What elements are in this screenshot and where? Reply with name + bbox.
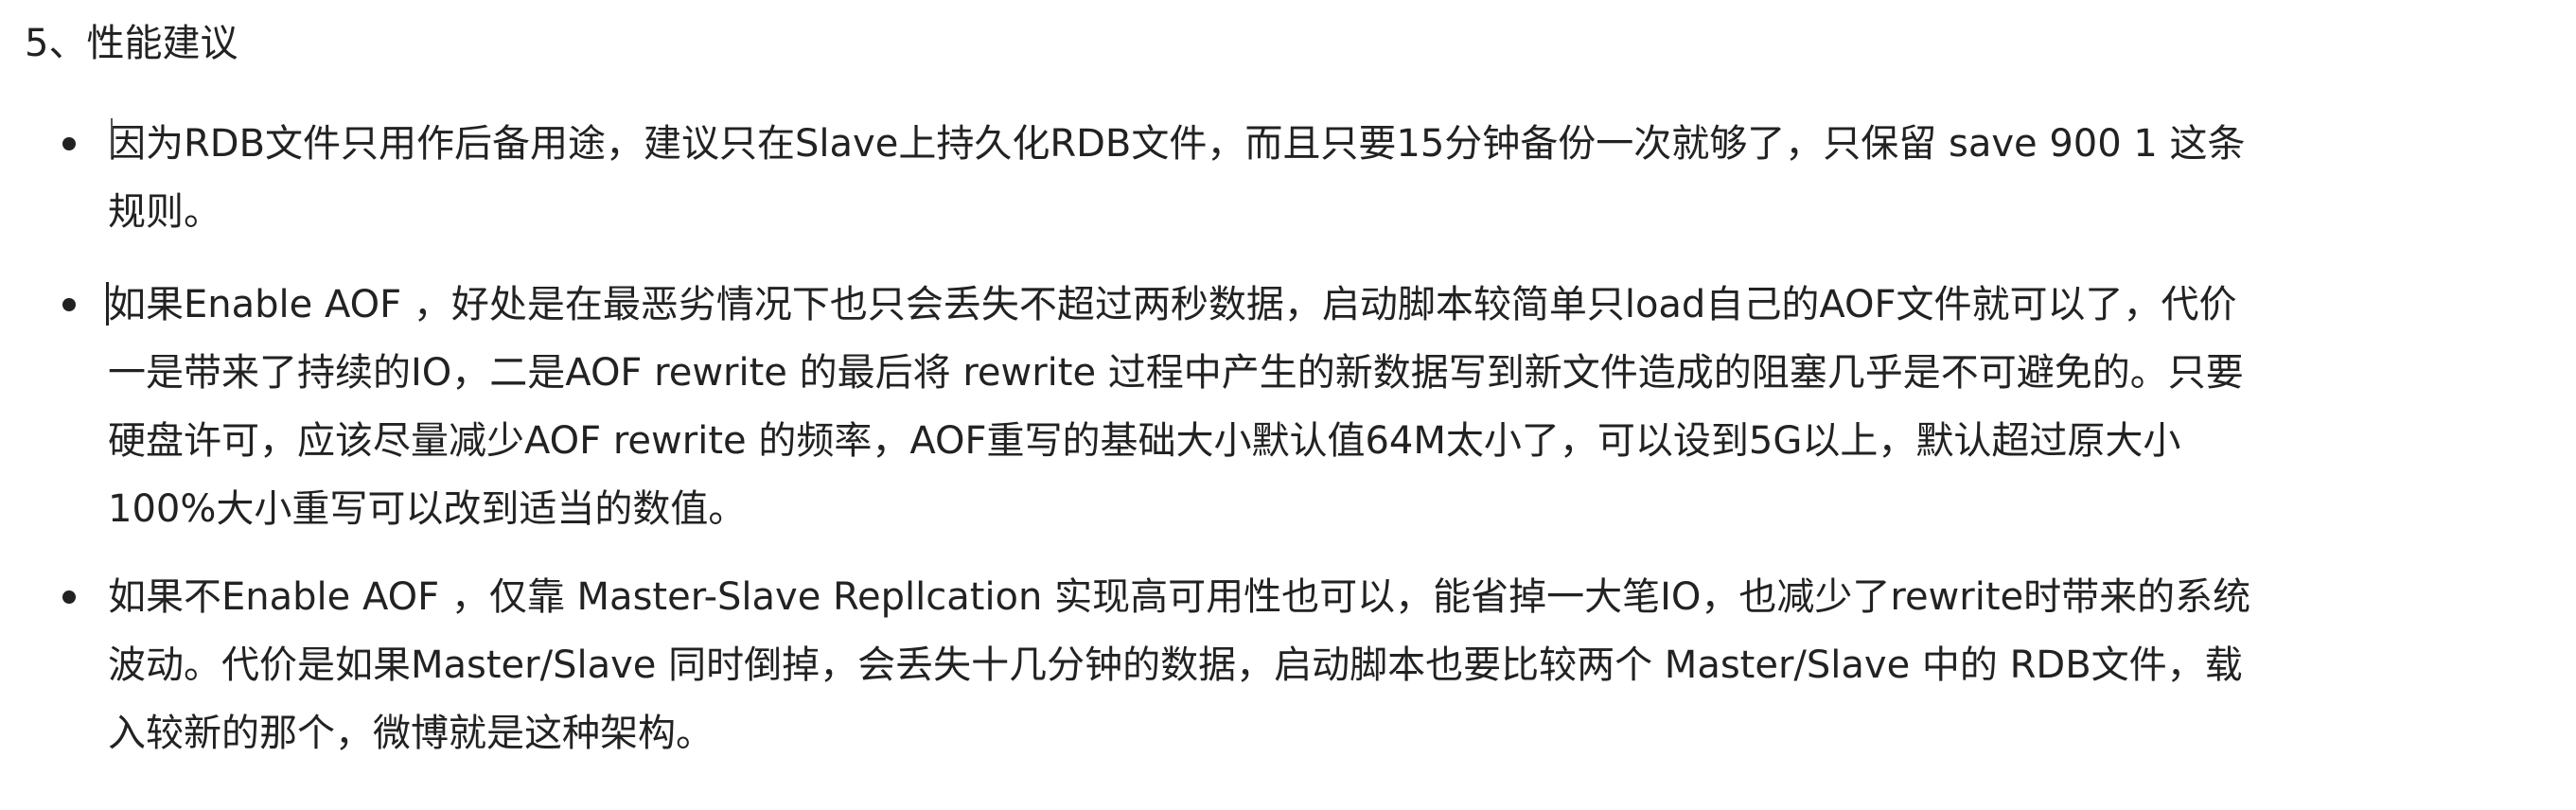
document-page: 5、性能建议 因为RDB文件只用作后备用途，建议只在Slave上持久化RDB文件… [0,0,2576,810]
paragraph-line: 规则。 [108,190,221,234]
paragraph-line: 如果不Enable AOF ，仅靠 Master-Slave Repllcati… [108,575,2251,619]
paragraph-line: 100%大小重写可以改到适当的数值。 [108,487,747,531]
paragraph-line: 如果Enable AOF ，好处是在最恶劣情况下也只会丢失不超过两秒数据，启动脚… [108,283,2237,326]
paragraph-line: 硬盘许可，应该尽量减少AOF rewrite 的频率，AOF重写的基础大小默认值… [108,419,2181,463]
text-cursor-icon [111,118,113,156]
paragraph-line: 波动。代价是如果Master/Slave 同时倒掉，会丢失十几分钟的数据，启动脚… [108,643,2243,687]
paragraph-line: 入较新的那个，微博就是这种架构。 [108,712,714,755]
paragraph-line: 一是带来了持续的IO，二是AOF rewrite 的最后将 rewrite 过程… [108,351,2244,395]
bullet-icon [62,137,76,150]
section-heading: 5、性能建议 [25,22,238,65]
paragraph-line: 因为RDB文件只用作后备用途，建议只在Slave上持久化RDB文件，而且只要15… [108,122,2246,166]
bullet-icon [62,590,76,604]
text-caret-icon [106,282,109,326]
bullet-icon [62,298,76,311]
